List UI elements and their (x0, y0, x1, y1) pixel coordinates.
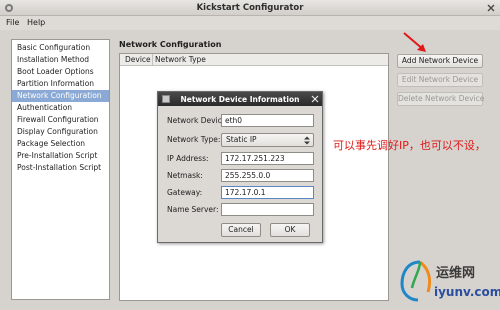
sidebar-item-partition-information[interactable]: Partition Information (12, 78, 109, 90)
network-device-input[interactable] (221, 114, 314, 127)
menu-bar: File Help (0, 16, 500, 30)
window-title: Kickstart Configurator (196, 3, 304, 13)
dialog-close-icon[interactable] (311, 95, 319, 103)
cancel-button[interactable]: Cancel (221, 223, 261, 237)
column-device[interactable]: Device (125, 55, 151, 64)
delete-network-device-button[interactable]: Delete Network Device (397, 92, 484, 106)
column-network-type[interactable]: Network Type (155, 55, 206, 64)
sidebar-item-package-selection[interactable]: Package Selection (12, 138, 109, 150)
sidebar-item-boot-loader-options[interactable]: Boot Loader Options (12, 66, 109, 78)
red-arrow-annotation (403, 32, 426, 52)
sidebar-item-pre-installation-script[interactable]: Pre-Installation Script (12, 150, 109, 162)
network-type-label: Network Type: (167, 135, 221, 144)
menu-file[interactable]: File (6, 18, 19, 27)
name-server-label: Name Server: (167, 205, 219, 214)
gateway-label: Gateway: (167, 188, 203, 197)
sidebar-item-basic-configuration[interactable]: Basic Configuration (12, 42, 109, 54)
watermark-text: 运维网 (436, 266, 476, 281)
annotation-note: 可以事先调好IP，也可以不设， (333, 139, 486, 152)
sidebar-item-installation-method[interactable]: Installation Method (12, 54, 109, 66)
ip-address-label: IP Address: (167, 154, 209, 163)
sidebar-item-authentication[interactable]: Authentication (12, 102, 109, 114)
sidebar-item-post-installation-script[interactable]: Post-Installation Script (12, 162, 109, 174)
add-network-device-button[interactable]: Add Network Device (397, 54, 483, 68)
title-bar: Kickstart Configurator (0, 0, 500, 16)
network-type-value: Static IP (226, 135, 257, 144)
section-title: Network Configuration (119, 40, 222, 49)
network-device-label: Network Device: (167, 116, 229, 125)
dialog-title: Network Device Information (180, 95, 300, 104)
gateway-input[interactable] (221, 186, 314, 199)
menu-help[interactable]: Help (27, 18, 45, 27)
table-header: Device Network Type (120, 54, 388, 66)
close-icon[interactable] (486, 3, 496, 13)
watermark-url: iyunv.com (434, 285, 500, 299)
name-server-input[interactable] (221, 203, 314, 216)
dialog-title-bar: Network Device Information (158, 92, 322, 106)
ip-address-input[interactable] (221, 152, 314, 165)
watermark: 运维网 iyunv.com (398, 258, 500, 306)
ok-button[interactable]: OK (270, 223, 310, 237)
network-type-select[interactable]: Static IP (221, 133, 314, 147)
sidebar-item-display-configuration[interactable]: Display Configuration (12, 126, 109, 138)
sidebar-item-firewall-configuration[interactable]: Firewall Configuration (12, 114, 109, 126)
sidebar-item-network-configuration[interactable]: Network Configuration (12, 90, 109, 102)
select-updown-icon (304, 136, 310, 145)
column-separator (152, 54, 153, 66)
netmask-input[interactable] (221, 169, 314, 182)
edit-network-device-button[interactable]: Edit Network Device (397, 73, 483, 87)
network-device-dialog: Network Device Information Network Devic… (157, 91, 323, 243)
netmask-label: Netmask: (167, 171, 203, 180)
sidebar-nav: Basic Configuration Installation Method … (11, 39, 110, 300)
